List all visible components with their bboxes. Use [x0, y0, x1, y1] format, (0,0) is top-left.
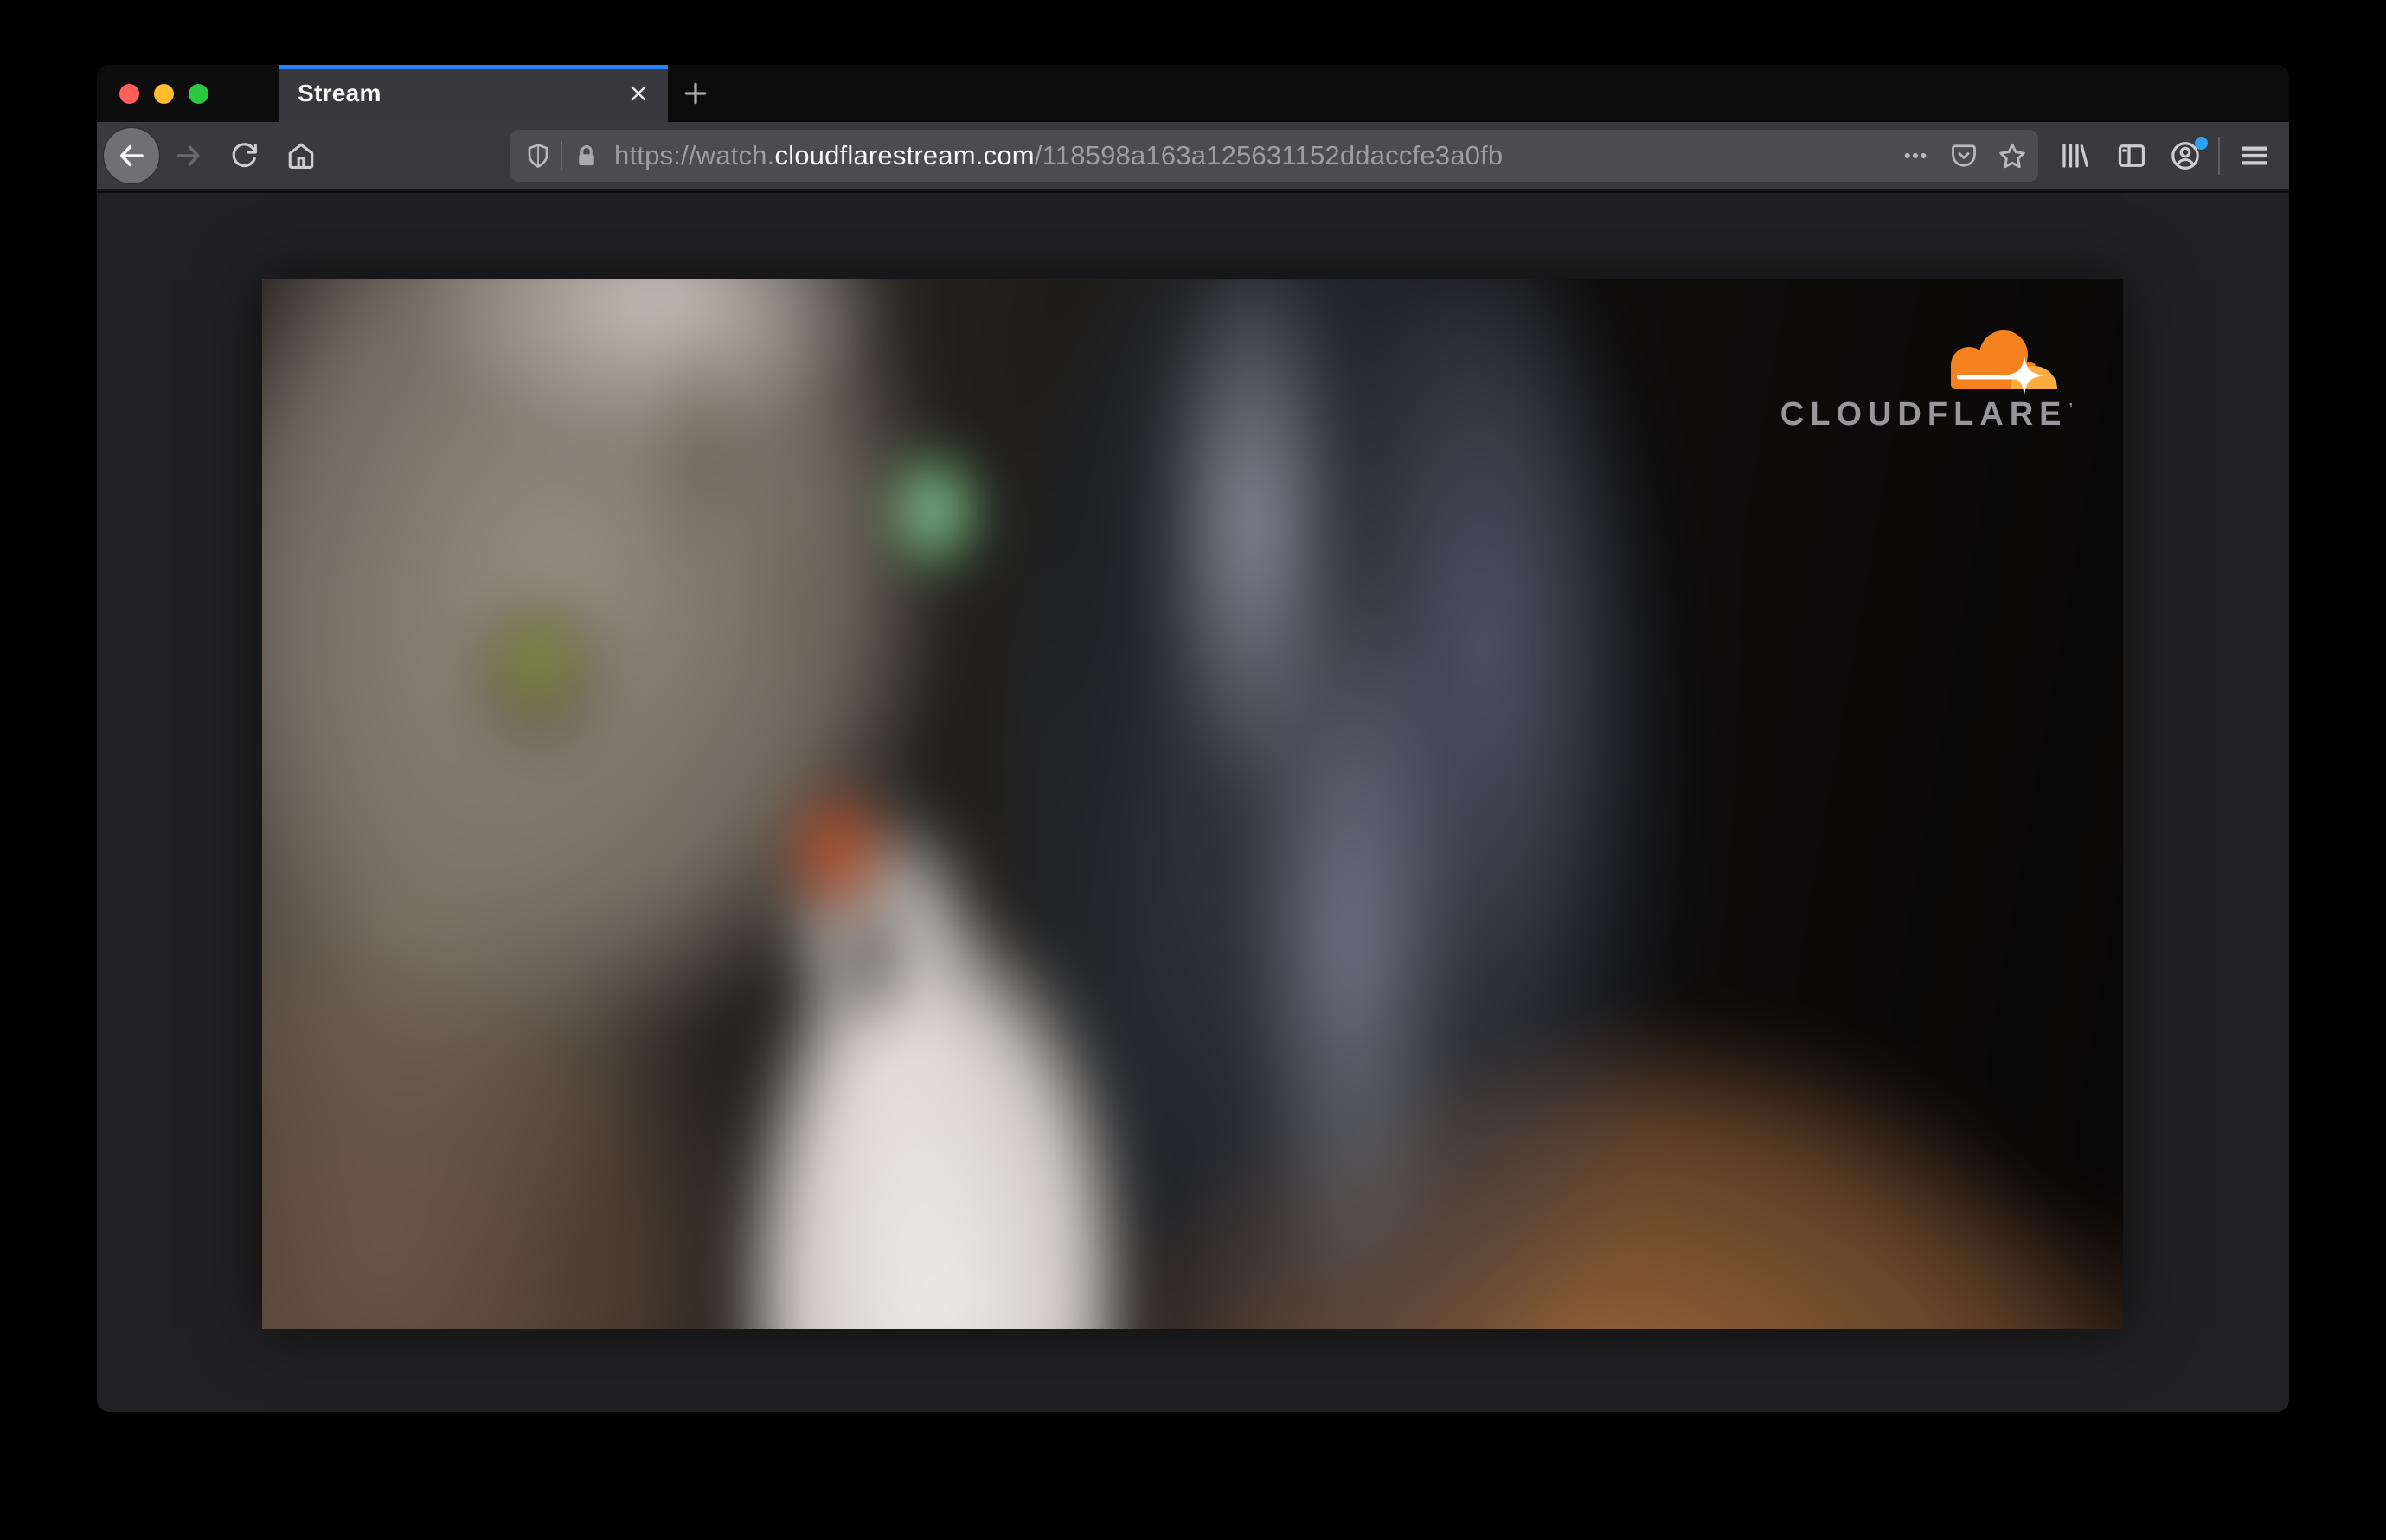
account-button[interactable]	[2161, 132, 2210, 180]
bookmark-star-icon[interactable]	[1993, 137, 2031, 175]
tab-title: Stream	[298, 80, 382, 106]
back-button[interactable]	[104, 128, 159, 183]
tracking-protection-shield-icon[interactable]	[523, 140, 554, 171]
cloudflare-watermark: CLOUDFLARE’	[1780, 327, 2073, 433]
home-icon	[286, 141, 316, 170]
account-notification-dot	[2195, 137, 2208, 150]
active-tab-indicator	[279, 65, 668, 69]
tab-strip-empty-area	[723, 65, 2289, 122]
reload-icon	[230, 142, 258, 170]
zoom-window-button[interactable]	[189, 83, 208, 104]
video-frame-blurry-cat	[262, 279, 2123, 1329]
menu-icon	[2240, 141, 2269, 170]
urlbar-divider	[561, 141, 562, 170]
url-path: /118598a163a125631152ddaccfe3a0fb	[1034, 140, 1504, 170]
cloudflare-logo-text: CLOUDFLARE’	[1780, 396, 2073, 433]
forward-button[interactable]	[164, 132, 213, 180]
browser-window: Stream https://watch. cloudflarestream.c…	[97, 65, 2289, 1412]
minimize-window-button[interactable]	[154, 83, 174, 104]
home-button[interactable]	[277, 132, 325, 180]
url-scheme-subdomain: https://watch.	[614, 140, 775, 170]
cloudflare-cloud-logo	[1951, 330, 2057, 395]
library-button[interactable]	[2050, 132, 2099, 180]
url-domain: cloudflarestream.com	[774, 140, 1035, 170]
reload-button[interactable]	[220, 132, 268, 180]
url-text[interactable]: https://watch. cloudflarestream.com/11859…	[614, 140, 1503, 171]
page-actions-ellipsis-icon[interactable]	[1896, 137, 1934, 175]
sidebar-button[interactable]	[2107, 132, 2156, 180]
new-tab-button[interactable]	[668, 65, 723, 122]
macos-titlebar	[97, 65, 279, 122]
new-tab-icon	[682, 80, 709, 107]
back-icon	[116, 140, 147, 171]
page-content: CLOUDFLARE’	[97, 193, 2289, 1412]
menu-button[interactable]	[2230, 132, 2279, 180]
tab-bar: Stream	[97, 65, 2289, 122]
tab-stream[interactable]: Stream	[279, 65, 668, 122]
toolbar-divider	[2218, 137, 2220, 175]
lock-icon[interactable]	[571, 140, 602, 171]
sidebar-icon	[2116, 140, 2147, 171]
forward-icon	[174, 141, 203, 170]
library-icon	[2059, 140, 2090, 171]
pocket-icon[interactable]	[1945, 137, 1983, 175]
close-window-button[interactable]	[119, 83, 139, 104]
stream-video-player[interactable]: CLOUDFLARE’	[262, 279, 2123, 1329]
navigation-toolbar: https://watch. cloudflarestream.com/11859…	[97, 122, 2289, 191]
url-bar[interactable]: https://watch. cloudflarestream.com/11859…	[510, 130, 2038, 182]
tab-close-icon[interactable]	[621, 76, 656, 111]
trademark-mark: ’	[2069, 401, 2073, 417]
